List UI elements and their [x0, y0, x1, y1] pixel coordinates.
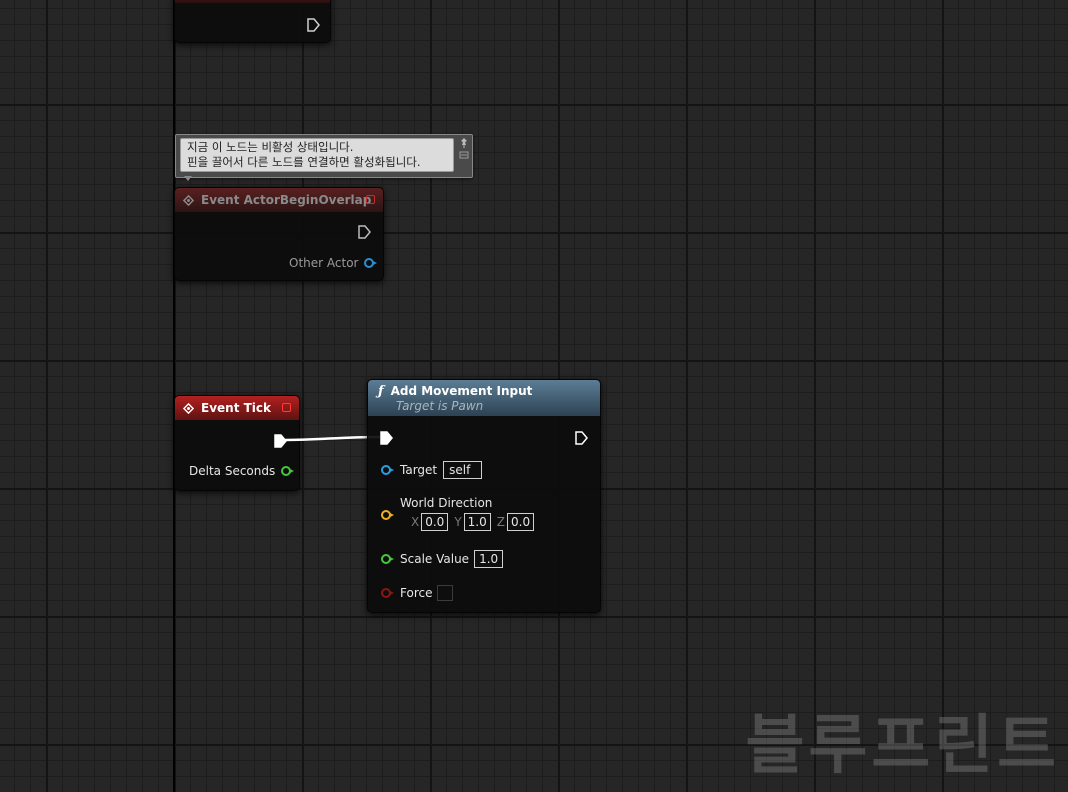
- force-pin[interactable]: [381, 588, 394, 598]
- disabled-node-tooltip: 지금 이 노드는 비활성 상태입니다. 핀을 끌어서 다른 노드를 연결하면 활…: [175, 134, 473, 181]
- pin-label-scale-value: Scale Value: [400, 552, 470, 566]
- pin-label-other-actor: Other Actor: [289, 256, 359, 270]
- event-actor-begin-overlap-node[interactable]: Event ActorBeginOverlap Other Actor: [174, 187, 384, 281]
- target-pin[interactable]: [381, 465, 394, 475]
- target-value-field[interactable]: self: [443, 461, 483, 479]
- pin-label-world-direction: World Direction: [400, 496, 493, 510]
- node-title: Event ActorBeginOverlap: [201, 193, 372, 207]
- event-diamond-icon: [183, 402, 194, 414]
- node-header: Event Tick: [175, 396, 299, 420]
- scale-value-pin[interactable]: [381, 554, 394, 564]
- pin-row-target: Target self: [381, 461, 483, 479]
- node-subtitle: Target is Pawn: [396, 398, 484, 413]
- pin-row-world-direction-label: World Direction: [400, 496, 492, 510]
- node-title: Add Movement Input: [390, 384, 533, 398]
- z-axis-label: Z: [496, 515, 505, 529]
- force-checkbox[interactable]: [437, 585, 454, 601]
- partial-node-top[interactable]: [174, 0, 331, 43]
- world-direction-pin[interactable]: [381, 510, 394, 520]
- y-axis-label: Y: [454, 515, 462, 529]
- pin-row-scale-value: Scale Value 1.0: [381, 550, 504, 568]
- event-diamond-icon: [183, 194, 194, 206]
- node-header: Event ActorBeginOverlap: [175, 188, 383, 212]
- pin-row-world-direction-values: X 0.0 Y 1.0 Z 0.0: [405, 513, 535, 531]
- pin-row-other-actor: Other Actor: [289, 256, 378, 270]
- tooltip-line-1: 지금 이 노드는 비활성 상태입니다.: [187, 140, 354, 154]
- delegate-pin[interactable]: [366, 195, 375, 204]
- other-actor-pin[interactable]: [364, 258, 378, 268]
- y-value-field[interactable]: 1.0: [463, 513, 491, 531]
- delegate-pin[interactable]: [282, 403, 291, 412]
- x-value-field[interactable]: 0.0: [421, 513, 449, 531]
- x-axis-label: X: [411, 515, 420, 529]
- pin-label-delta-seconds: Delta Seconds: [189, 464, 276, 478]
- exec-output-pin[interactable]: [357, 225, 371, 239]
- exec-output-pin[interactable]: [574, 431, 588, 445]
- pin-toggle-icon[interactable]: [459, 137, 469, 161]
- delta-seconds-pin[interactable]: [281, 466, 295, 476]
- add-movement-input-node[interactable]: ƒ Add Movement Input Target is Pawn Targ…: [367, 379, 601, 613]
- pin-row-force: Force: [381, 585, 454, 601]
- exec-input-pin[interactable]: [379, 431, 393, 445]
- pin-label-target: Target: [400, 463, 438, 477]
- node-title: Event Tick: [201, 401, 272, 415]
- function-f-icon: ƒ: [378, 383, 384, 399]
- blueprint-watermark: 블루프린트: [745, 709, 1060, 783]
- tooltip-line-2: 핀을 끌어서 다른 노드를 연결하면 활성화됩니다.: [187, 155, 421, 169]
- exec-output-pin[interactable]: [306, 18, 320, 32]
- node-header: ƒ Add Movement Input Target is Pawn: [368, 380, 600, 416]
- scale-value-field[interactable]: 1.0: [474, 550, 504, 568]
- tooltip-pointer: [184, 176, 192, 181]
- z-value-field[interactable]: 0.0: [507, 513, 535, 531]
- pin-label-force: Force: [400, 586, 433, 600]
- pin-row-delta-seconds: Delta Seconds: [189, 464, 295, 478]
